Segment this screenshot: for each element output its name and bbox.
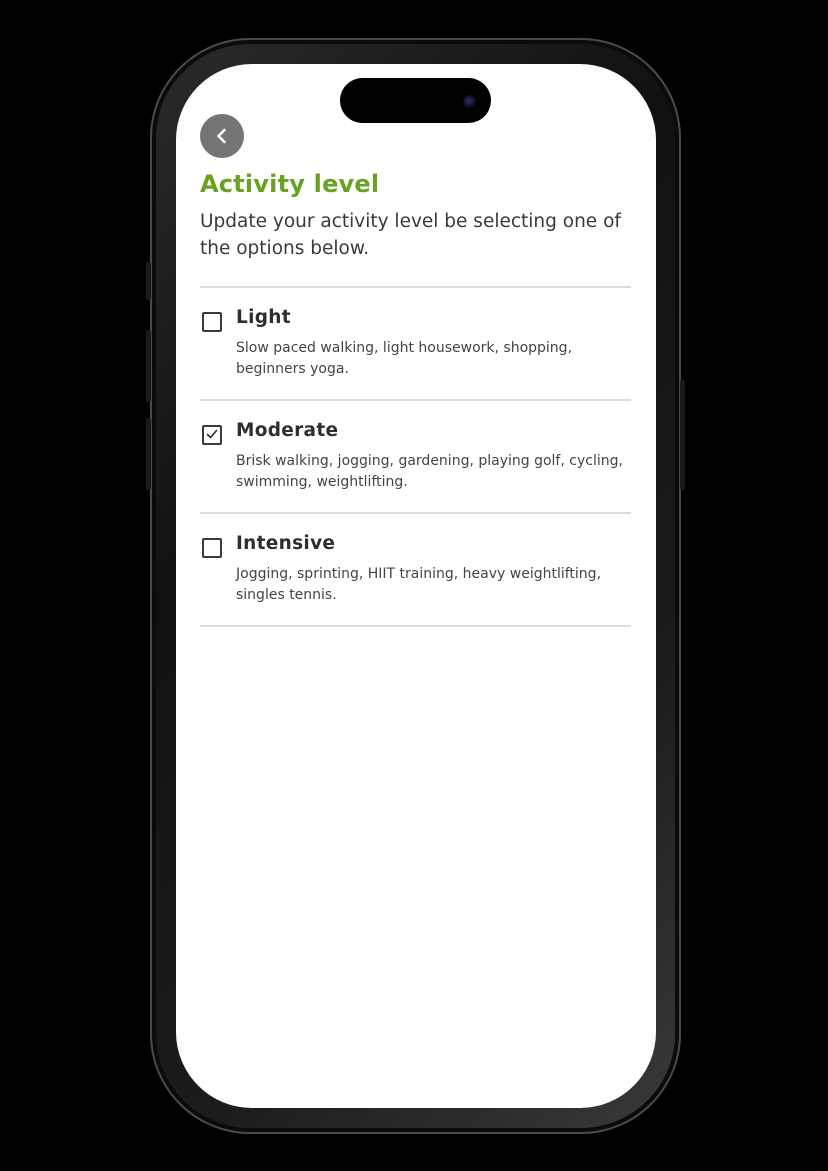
volume-up-button [146,330,151,402]
chevron-left-icon [217,128,226,144]
activity-option-light[interactable]: Light Slow paced walking, light housewor… [200,307,631,422]
option-label: Light [236,307,291,328]
checkmark-icon [206,429,218,439]
back-button[interactable] [200,114,244,158]
page-subtitle: Update your activity level be selecting … [200,211,621,259]
front-camera-icon [463,95,476,108]
activity-option-intensive[interactable]: Intensive Jogging, sprinting, HIIT train… [200,533,631,648]
device-mockup: Activity level Update your activity leve… [0,0,828,1171]
divider [200,399,631,401]
option-description: Brisk walking, jogging, gardening, playi… [236,453,623,490]
checkbox-light[interactable] [202,312,222,332]
divider [200,512,631,514]
checkbox-intensive[interactable] [202,538,222,558]
page-title: Activity level [200,170,380,198]
activity-option-moderate[interactable]: Moderate Brisk walking, jogging, gardeni… [200,420,631,535]
checkbox-moderate[interactable] [202,425,222,445]
action-button [146,262,151,300]
option-label: Intensive [236,533,336,554]
power-button [680,380,685,490]
divider [200,286,631,288]
option-description: Slow paced walking, light housework, sho… [236,340,573,377]
option-description: Jogging, sprinting, HIIT training, heavy… [236,566,602,603]
option-label: Moderate [236,420,339,441]
divider [200,625,631,627]
volume-down-button [146,418,151,490]
